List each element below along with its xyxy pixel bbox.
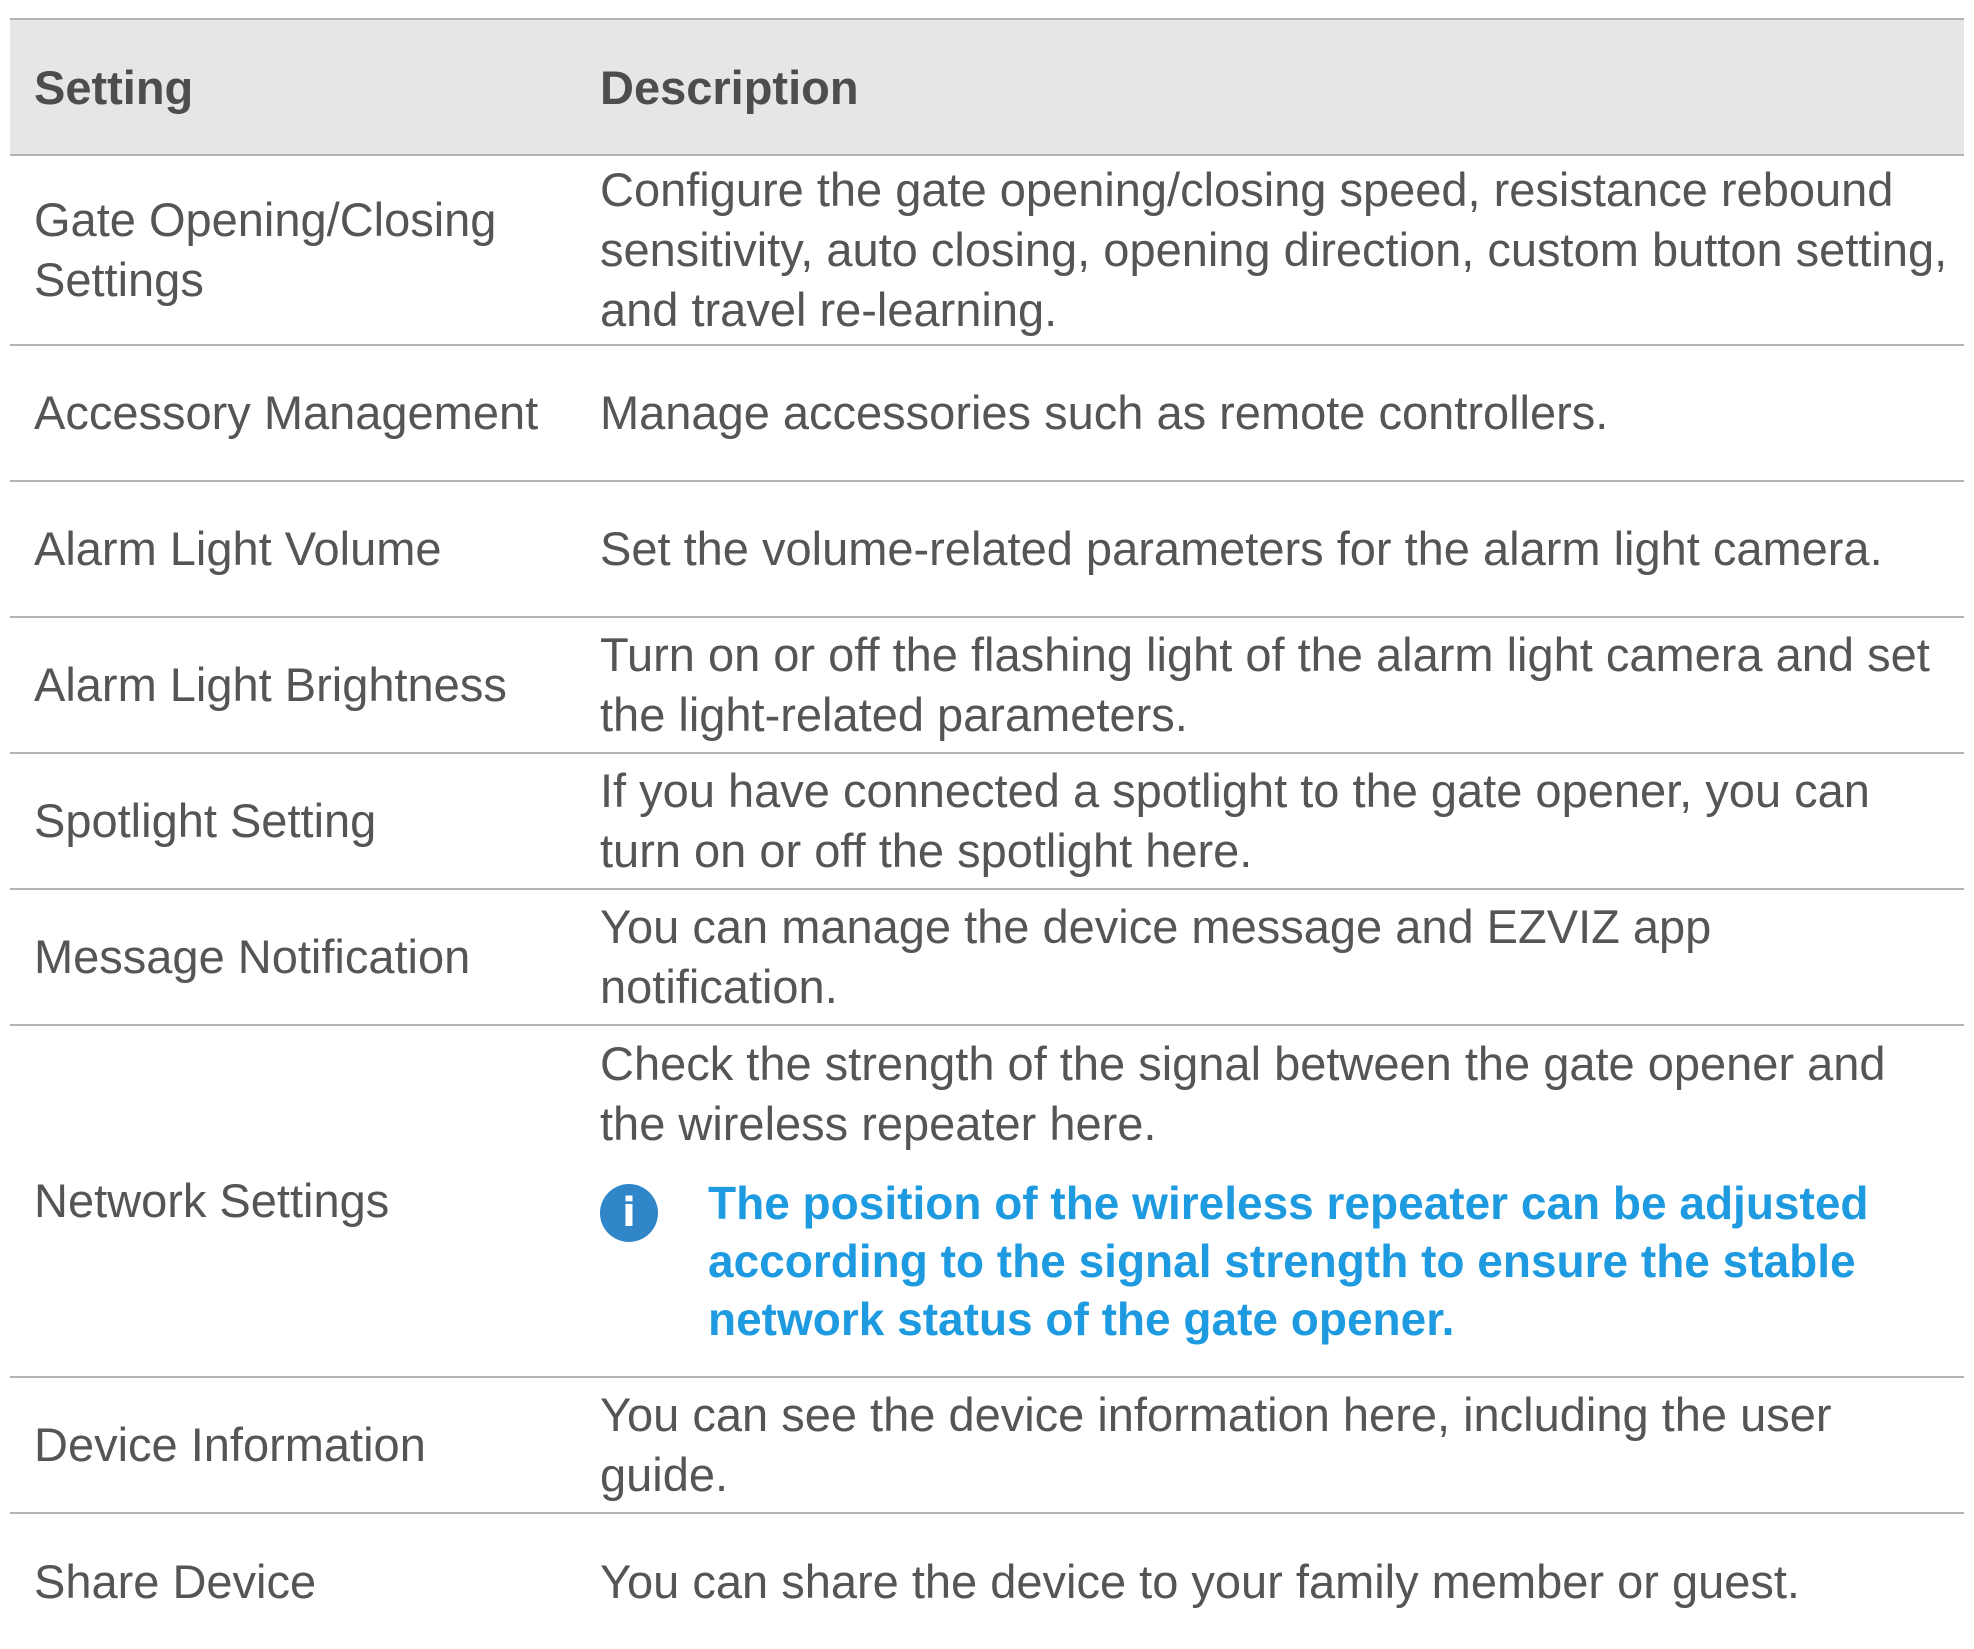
- setting-description: Configure the gate opening/closing speed…: [600, 155, 1964, 346]
- setting-name: Network Settings: [10, 1025, 600, 1378]
- setting-name: Alarm Light Brightness: [10, 617, 600, 754]
- table-row: Accessory Management Manage accessories …: [10, 345, 1964, 482]
- setting-description: You can see the device information here,…: [600, 1377, 1964, 1514]
- header-setting: Setting: [10, 19, 600, 156]
- setting-description: You can manage the device message and EZ…: [600, 889, 1964, 1026]
- setting-name: Message Notification: [10, 889, 600, 1026]
- info-note: i The position of the wireless repeater …: [600, 1174, 1954, 1348]
- setting-name: Device Information: [10, 1377, 600, 1514]
- header-description: Description: [600, 19, 1964, 156]
- table-header-row: Setting Description: [10, 19, 1964, 156]
- table-row: Alarm Light Brightness Turn on or off th…: [10, 617, 1964, 754]
- setting-name: Spotlight Setting: [10, 753, 600, 890]
- settings-table: Setting Description Gate Opening/Closing…: [10, 18, 1964, 1649]
- setting-description: Manage accessories such as remote contro…: [600, 345, 1964, 482]
- table-row: Network Settings Check the strength of t…: [10, 1025, 1964, 1378]
- table-row: Spotlight Setting If you have connected …: [10, 753, 1964, 890]
- table-row: Device Information You can see the devic…: [10, 1377, 1964, 1514]
- setting-description-cell: Check the strength of the signal between…: [600, 1025, 1964, 1378]
- setting-name: Alarm Light Volume: [10, 481, 600, 618]
- setting-description: Turn on or off the flashing light of the…: [600, 617, 1964, 754]
- setting-description: If you have connected a spotlight to the…: [600, 753, 1964, 890]
- info-note-text: The position of the wireless repeater ca…: [708, 1177, 1869, 1345]
- setting-name: Accessory Management: [10, 345, 600, 482]
- table-row: Message Notification You can manage the …: [10, 889, 1964, 1026]
- table-row: Alarm Light Volume Set the volume-relate…: [10, 481, 1964, 618]
- table-row: Gate Opening/Closing Settings Configure …: [10, 155, 1964, 346]
- info-icon: i: [600, 1184, 658, 1242]
- setting-description: Check the strength of the signal between…: [600, 1037, 1886, 1150]
- setting-name: Gate Opening/Closing Settings: [10, 155, 600, 346]
- setting-description: Set the volume-related parameters for th…: [600, 481, 1964, 618]
